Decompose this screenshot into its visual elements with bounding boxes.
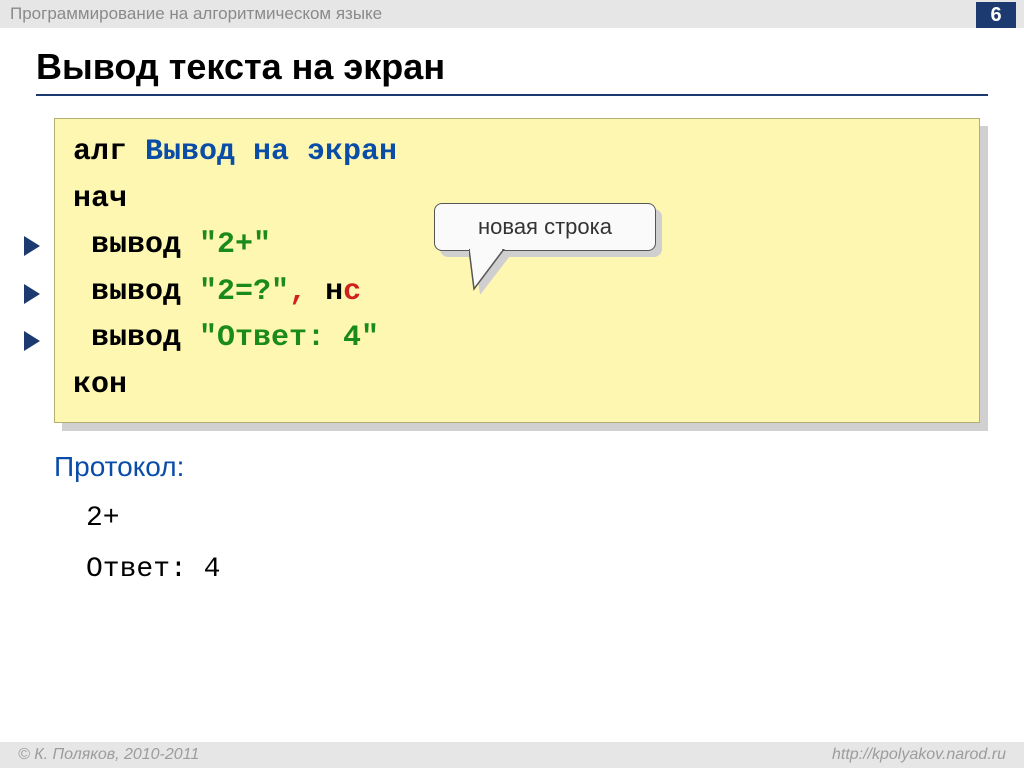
code-keyword: нач: [73, 182, 127, 216]
footer-copyright: © К. Поляков, 2010-2011: [18, 746, 199, 764]
header-bar: Программирование на алгоритмическом язык…: [0, 0, 1024, 28]
code-comma: ,: [289, 275, 325, 309]
code-keyword: кон: [73, 368, 127, 402]
callout-tail-icon: [469, 249, 524, 294]
code-keyword: вывод: [73, 275, 199, 309]
bullet-icon: [24, 284, 40, 304]
code-keyword: алг: [73, 135, 145, 169]
footer-url: http://kpolyakov.narod.ru: [832, 746, 1006, 764]
callout-text: новая строка: [478, 214, 612, 240]
code-string: "2+": [199, 228, 271, 262]
bullet-icon: [24, 236, 40, 256]
code-string: "2=?": [199, 275, 289, 309]
code-keyword: вывод: [73, 321, 199, 355]
protocol-output-line: 2+: [86, 503, 988, 534]
code-nc: с: [343, 275, 361, 309]
protocol-section: Протокол: 2+ Ответ: 4: [54, 451, 988, 585]
protocol-output-line: Ответ: 4: [86, 554, 988, 585]
slide-content: Вывод текста на экран алг Вывод на экран…: [0, 28, 1024, 585]
code-string: "Ответ: 4": [199, 321, 379, 355]
protocol-label: Протокол:: [54, 451, 988, 483]
callout-box: новая строка: [434, 203, 656, 251]
callout: новая строка: [434, 203, 656, 251]
code-block-wrap: алг Вывод на экран нач вывод "2+" вывод …: [54, 118, 980, 423]
bullet-icon: [24, 331, 40, 351]
header-title: Программирование на алгоритмическом язык…: [10, 0, 382, 28]
footer-bar: © К. Поляков, 2010-2011 http://kpolyakov…: [0, 742, 1024, 768]
slide-title: Вывод текста на экран: [36, 46, 988, 96]
code-keyword: вывод: [73, 228, 199, 262]
code-prog-name: Вывод на экран: [145, 135, 397, 169]
code-nc: н: [325, 275, 343, 309]
page-number: 6: [976, 2, 1016, 28]
